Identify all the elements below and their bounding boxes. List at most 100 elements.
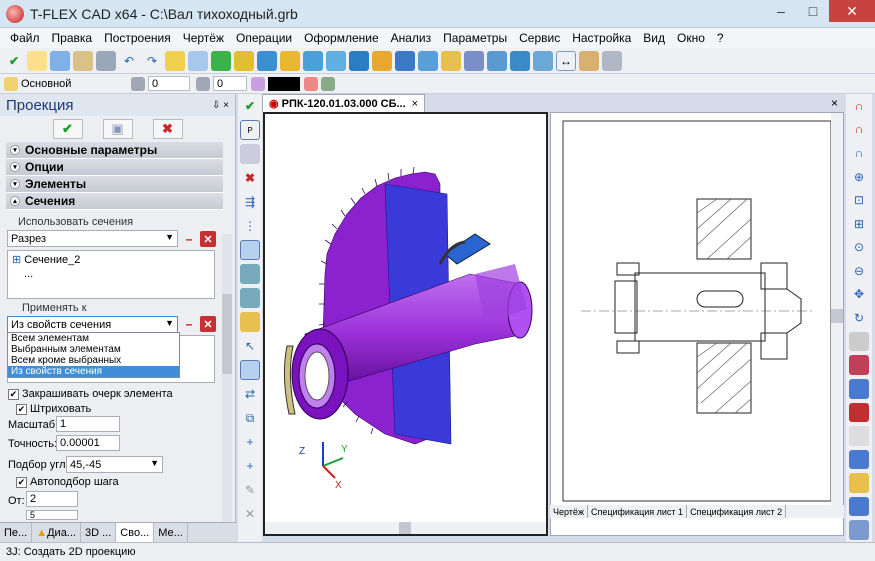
from-input[interactable]: 2 [26, 491, 78, 507]
apply-to-select[interactable]: Из свойств сечения ▼ [7, 316, 178, 333]
minimize-button[interactable]: – [765, 0, 797, 22]
menu-edit[interactable]: Правка [46, 31, 99, 45]
pencil-icon[interactable] [165, 50, 185, 71]
tab-diagnostics[interactable]: ▲ Диа... [32, 523, 81, 542]
cancel-button[interactable]: ✖ [152, 119, 183, 139]
wireframe-icon[interactable] [849, 426, 869, 446]
color-swatch[interactable] [268, 76, 300, 91]
cancel-icon[interactable]: ✖ [240, 168, 260, 188]
print-icon[interactable] [96, 50, 116, 71]
display-icon[interactable] [849, 331, 869, 352]
ok-button[interactable]: ✔ [52, 119, 83, 139]
orient-icon[interactable] [849, 520, 869, 540]
menu-analysis[interactable]: Анализ [385, 31, 438, 45]
delete-apply-button[interactable]: ✕ [200, 316, 216, 332]
extrude-icon[interactable] [234, 50, 254, 71]
flip-icon[interactable]: ⇄ [240, 384, 260, 404]
projection-mode-icon[interactable] [240, 240, 260, 260]
rotate-icon[interactable] [257, 50, 277, 71]
tab-params[interactable]: Пе... [0, 523, 33, 542]
undo-icon[interactable]: ↶ [119, 51, 139, 71]
new-file-icon[interactable] [27, 50, 47, 71]
wcs-icon[interactable] [211, 50, 231, 71]
snap-icon[interactable]: ∩ [849, 120, 869, 140]
report-icon[interactable] [579, 50, 599, 71]
tab-document[interactable]: ◉ РПК-120.01.03.000 СБ... × [262, 94, 426, 112]
mirror-icon[interactable] [441, 50, 461, 71]
close-button[interactable]: ✕ [829, 0, 875, 22]
cube-icon[interactable] [240, 264, 260, 284]
menu-window[interactable]: Окно [671, 31, 711, 45]
remove-cut-button[interactable]: – [181, 231, 197, 247]
viewport-3d[interactable]: Z Y X [263, 112, 548, 536]
color-icon[interactable] [251, 76, 265, 91]
add-icon[interactable]: + [240, 456, 260, 476]
menu-parameters[interactable]: Параметры [437, 31, 513, 45]
pick-icon[interactable] [240, 360, 260, 380]
cut-tree[interactable]: ⊞ Сечение_2 ... [7, 250, 215, 299]
rotate-view-icon[interactable]: ↻ [849, 308, 869, 328]
menu-view[interactable]: Вид [637, 31, 671, 45]
scale-input[interactable]: 1 [56, 416, 120, 432]
zoom-out-icon[interactable]: ⊖ [849, 261, 869, 281]
iso-view-icon[interactable] [849, 449, 869, 470]
shell-icon[interactable] [395, 50, 415, 71]
delete-cut-button[interactable]: ✕ [200, 231, 216, 247]
surface-icon[interactable] [487, 50, 507, 71]
sweep-icon[interactable] [303, 50, 323, 71]
sheet-tab-spec2[interactable]: Спецификация лист 2 [687, 505, 787, 518]
redo-icon[interactable]: ↷ [142, 51, 162, 71]
section-options[interactable]: ▾ Опции [6, 159, 223, 176]
copy-icon[interactable]: ⧉ [240, 408, 260, 428]
option-all[interactable]: Всем элементам [8, 333, 179, 344]
dimension-icon[interactable]: ↔ [556, 50, 576, 71]
menu-construct[interactable]: Построения [98, 31, 177, 45]
cursor-icon[interactable]: ↖ [240, 336, 260, 356]
option-selected[interactable]: Выбранным элементам [8, 344, 179, 355]
to-input[interactable]: 5 [26, 510, 78, 520]
zoom-in-icon[interactable]: ⊕ [849, 167, 869, 187]
angle-select[interactable]: 45,-45 ▼ [66, 456, 163, 473]
cut-type-select[interactable]: Разрез ▼ [7, 230, 178, 247]
folder-icon[interactable] [73, 50, 93, 71]
format-icon[interactable] [321, 76, 335, 91]
menu-file[interactable]: Файл [4, 31, 46, 45]
option-from-cut[interactable]: Из свойств сечения [8, 366, 179, 377]
pattern-icon[interactable] [418, 50, 438, 71]
section-cuts[interactable]: ▴ Сечения [6, 193, 223, 210]
sheet-tab-spec1[interactable]: Спецификация лист 1 [588, 505, 688, 518]
menu-annotation[interactable]: Оформление [298, 31, 384, 45]
edit-icon[interactable]: ✎ [240, 480, 260, 500]
fill-outline-checkbox[interactable]: ✔ Закрашивать очерк элемента [8, 388, 173, 400]
section-view-icon[interactable] [849, 402, 869, 423]
cross-icon[interactable]: ✕ [240, 504, 260, 524]
check-icon[interactable]: ✔ [4, 51, 24, 71]
auto-step-checkbox[interactable]: ✔ Автоподбор шага [16, 476, 119, 488]
menu-operations[interactable]: Операции [230, 31, 298, 45]
projection-icon[interactable] [510, 50, 530, 71]
menu-settings[interactable]: Настройка [566, 31, 637, 45]
snap-settings-icon[interactable]: ∩ [849, 143, 869, 163]
shade-icon[interactable] [849, 378, 869, 399]
arrow-icon[interactable] [240, 144, 260, 164]
hole-icon[interactable] [464, 50, 484, 71]
open-icon[interactable] [50, 50, 70, 71]
light-icon[interactable] [849, 473, 869, 493]
body-icon[interactable] [240, 288, 260, 308]
view-icon[interactable] [533, 50, 553, 71]
select-icon[interactable]: ⇶ [240, 192, 260, 212]
option-except[interactable]: Всем кроме выбранных [8, 355, 179, 366]
tab-menu[interactable]: Ме... [154, 523, 188, 542]
magnet-icon[interactable]: ∩ [849, 96, 869, 116]
vertical-scrollbar-2d[interactable] [831, 113, 843, 505]
horizontal-scrollbar-3d[interactable] [265, 522, 546, 534]
priority-field[interactable]: 0 [213, 76, 247, 91]
sheet-tab-drawing[interactable]: Чертёж [550, 505, 588, 518]
tab-3d[interactable]: 3D ... [81, 523, 117, 542]
zoom-icon[interactable]: ⊙ [849, 237, 869, 257]
viewport-2d[interactable] [550, 112, 844, 536]
apply-icon[interactable]: ✔ [240, 96, 260, 116]
loft-icon[interactable] [280, 50, 300, 71]
maximize-button[interactable]: □ [797, 0, 829, 22]
menu-service[interactable]: Сервис [513, 31, 566, 45]
